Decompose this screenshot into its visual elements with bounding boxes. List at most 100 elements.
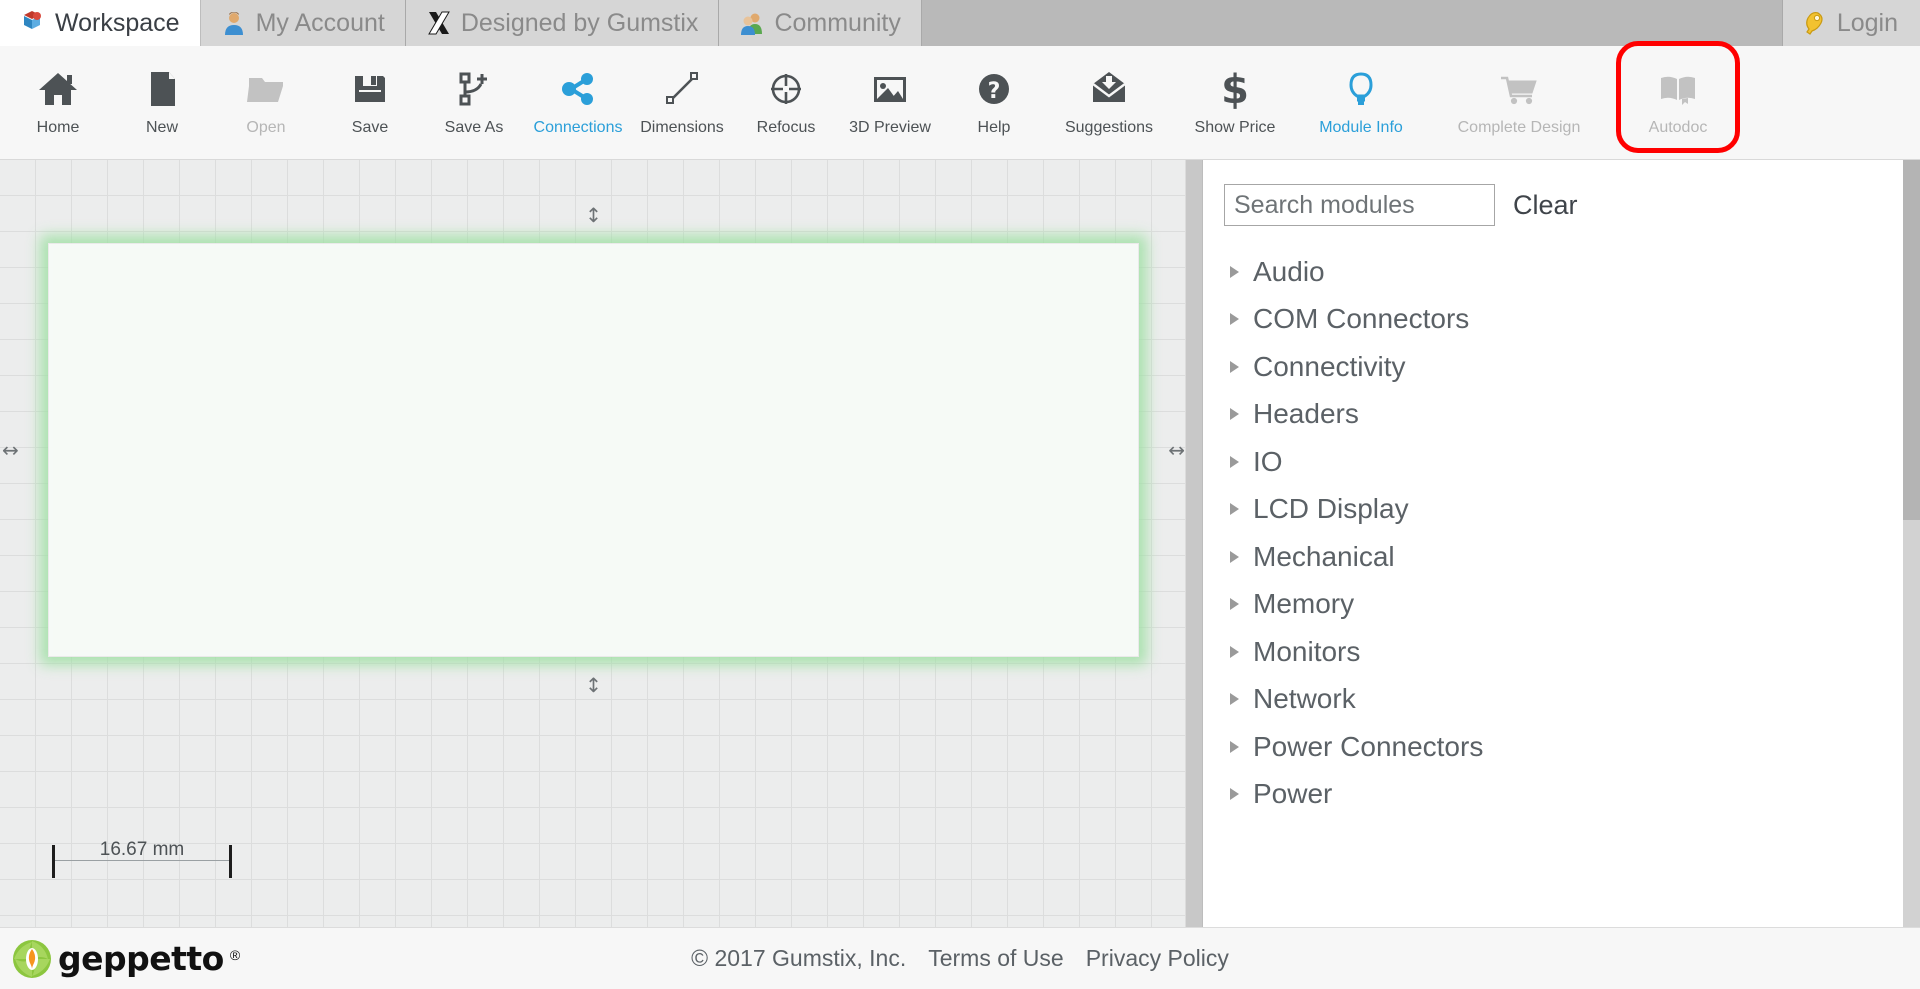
panel-scrollbar[interactable]	[1903, 160, 1920, 927]
chevron-right-icon	[1230, 313, 1239, 326]
tab-label: Community	[774, 8, 901, 37]
category-mechanical[interactable]: Mechanical	[1203, 533, 1920, 581]
category-label: Headers	[1253, 398, 1359, 430]
footer-links: © 2017 Gumstix, Inc. Terms of Use Privac…	[0, 945, 1920, 972]
toolbar-label: Dimensions	[640, 119, 724, 136]
chevron-right-icon	[1230, 788, 1239, 801]
open-book-icon	[1657, 61, 1699, 117]
module-search-row: Clear	[1203, 160, 1920, 226]
category-network[interactable]: Network	[1203, 676, 1920, 724]
chevron-right-icon	[1230, 645, 1239, 658]
toolbar-button-new[interactable]: New	[110, 46, 214, 159]
toolbar-button-show-price[interactable]: $ Show Price	[1172, 46, 1298, 159]
key-icon	[1801, 10, 1827, 36]
scale-bar: 16.67 mm	[52, 833, 232, 879]
chevron-right-icon	[1230, 455, 1239, 468]
panel-scrollbar-thumb[interactable]	[1903, 160, 1920, 520]
chevron-right-icon	[1230, 550, 1239, 563]
category-connectivity[interactable]: Connectivity	[1203, 343, 1920, 391]
category-memory[interactable]: Memory	[1203, 581, 1920, 629]
toolbar-label: Save As	[444, 119, 504, 136]
save-floppy-icon	[349, 61, 391, 117]
resize-handle-bottom[interactable]: ↕	[585, 675, 602, 695]
tab-label: My Account	[255, 8, 385, 37]
toolbar-label: Open	[246, 119, 286, 136]
toolbar-label: Save	[351, 119, 389, 136]
toolbar-button-module-info[interactable]: Module Info	[1298, 46, 1424, 159]
toolbar-button-autodoc[interactable]: Autodoc	[1614, 41, 1742, 159]
category-power[interactable]: Power	[1203, 771, 1920, 819]
connections-share-icon	[557, 61, 599, 117]
login-label: Login	[1836, 8, 1898, 37]
terms-of-use-link[interactable]: Terms of Use	[928, 945, 1063, 972]
toolbar-button-complete-design[interactable]: Complete Design	[1424, 46, 1614, 159]
chevron-right-icon	[1230, 360, 1239, 373]
toolbar-label: Complete Design	[1457, 119, 1581, 136]
category-headers[interactable]: Headers	[1203, 391, 1920, 439]
toolbar-button-home[interactable]: Home	[6, 46, 110, 159]
scale-bar-tick-right	[229, 845, 232, 878]
help-question-icon: ?	[973, 61, 1015, 117]
category-label: IO	[1253, 445, 1283, 477]
login-button[interactable]: Login	[1781, 0, 1920, 46]
resize-handle-left[interactable]: ↔	[2, 440, 19, 460]
category-io[interactable]: IO	[1203, 438, 1920, 486]
tab-label: Designed by Gumstix	[460, 8, 699, 37]
toolbar-button-open[interactable]: Open	[214, 46, 318, 159]
toolbar-label: New	[145, 119, 178, 136]
category-power-connectors[interactable]: Power Connectors	[1203, 723, 1920, 771]
tab-my-account[interactable]: My Account	[200, 0, 406, 46]
home-icon	[37, 61, 79, 117]
category-label: LCD Display	[1253, 493, 1409, 525]
category-label: COM Connectors	[1253, 303, 1470, 335]
main-toolbar: Home New Open Save Save As Connections D…	[0, 41, 1920, 160]
scale-bar-label: 16.67 mm	[99, 839, 185, 860]
toolbar-button-dimensions[interactable]: Dimensions	[630, 46, 734, 159]
tab-designed-by-gumstix[interactable]: Designed by Gumstix	[405, 0, 720, 46]
toolbar-label: Module Info	[1319, 119, 1403, 136]
category-monitors[interactable]: Monitors	[1203, 628, 1920, 676]
pcb-board[interactable]: ↕ ↕ ↔ ↔	[2, 205, 1185, 695]
toolbar-button-help[interactable]: ? Help	[942, 46, 1046, 159]
category-audio[interactable]: Audio	[1203, 248, 1920, 296]
toolbar-button-3d-preview[interactable]: 3D Preview	[838, 46, 942, 159]
category-lcd-display[interactable]: LCD Display	[1203, 486, 1920, 534]
chevron-right-icon	[1230, 265, 1239, 278]
toolbar-button-refocus[interactable]: Refocus	[734, 46, 838, 159]
toolbar-button-connections[interactable]: Connections	[526, 46, 630, 159]
board-surface[interactable]	[48, 243, 1139, 657]
module-category-list: Audio COM Connectors Connectivity Header…	[1203, 248, 1920, 818]
shopping-cart-icon	[1498, 61, 1540, 117]
copyright-text: © 2017 Gumstix, Inc.	[691, 945, 907, 971]
tab-workspace[interactable]: Workspace	[0, 0, 201, 46]
resize-handle-right[interactable]: ↔	[1168, 440, 1185, 460]
category-label: Audio	[1253, 255, 1325, 287]
open-folder-icon	[245, 61, 287, 117]
category-label: Mechanical	[1253, 540, 1395, 572]
chevron-right-icon	[1230, 693, 1239, 706]
category-label: Memory	[1253, 588, 1355, 620]
tab-community[interactable]: Community	[719, 0, 922, 46]
dimensions-line-icon	[661, 61, 703, 117]
category-com-connectors[interactable]: COM Connectors	[1203, 296, 1920, 344]
svg-text:$: $	[1221, 68, 1249, 110]
community-people-icon	[739, 10, 765, 36]
toolbar-button-suggestions[interactable]: Suggestions	[1046, 46, 1172, 159]
clear-search-button[interactable]: Clear	[1513, 190, 1578, 221]
refocus-crosshair-icon	[765, 61, 807, 117]
toolbar-button-save-as[interactable]: Save As	[422, 46, 526, 159]
toolbar-button-save[interactable]: Save	[318, 46, 422, 159]
image-preview-icon	[869, 61, 911, 117]
panel-splitter[interactable]	[1185, 160, 1203, 927]
search-modules-input[interactable]	[1224, 184, 1495, 226]
chevron-right-icon	[1230, 408, 1239, 421]
resize-handle-top[interactable]: ↕	[585, 205, 602, 225]
module-library-panel: Clear Audio COM Connectors Connectivity …	[1203, 160, 1920, 927]
tab-label: Workspace	[55, 8, 180, 37]
toolbar-label: Refocus	[756, 119, 816, 136]
design-canvas[interactable]: ↕ ↕ ↔ ↔ 16.67 mm	[0, 160, 1185, 927]
privacy-policy-link[interactable]: Privacy Policy	[1086, 945, 1229, 972]
toolbar-label: Autodoc	[1648, 119, 1708, 136]
toolbar-label: Suggestions	[1064, 119, 1154, 136]
lightbulb-icon	[1340, 61, 1382, 117]
